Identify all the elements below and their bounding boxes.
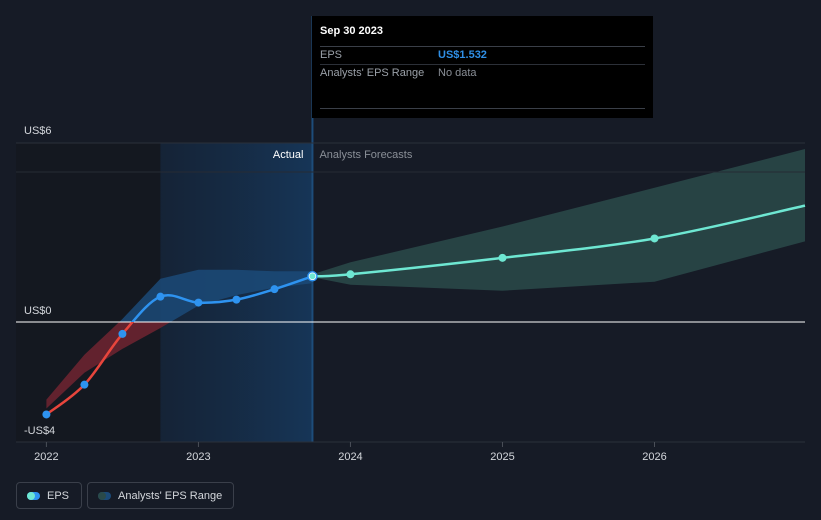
x-tick-label: 2024: [338, 451, 362, 463]
tooltip-range-label: Analysts' EPS Range: [320, 67, 425, 79]
eps-point: [232, 295, 241, 304]
tooltip-divider: [320, 108, 645, 109]
legend-eps-button[interactable]: EPS: [16, 482, 82, 509]
x-tick-label: 2026: [642, 451, 666, 463]
pre-actual-region: [16, 143, 161, 442]
x-tick-label: 2023: [186, 451, 210, 463]
tooltip-eps-row: EPS US$1.532: [320, 47, 645, 65]
x-tick-label: 2025: [490, 451, 514, 463]
range-swatch-icon: [98, 491, 111, 500]
y-tick-label: US$6: [24, 125, 52, 137]
tooltip-range-value: No data: [438, 67, 477, 79]
tooltip-eps-label: EPS: [320, 49, 343, 61]
eps-point: [118, 329, 127, 338]
actual-region-label: Actual: [273, 149, 304, 161]
forecast-point: [498, 253, 507, 262]
eps-point: [80, 380, 89, 389]
tooltip-date: Sep 30 2023: [320, 24, 645, 47]
background-layer: [16, 16, 314, 442]
x-tick-label: 2022: [34, 451, 58, 463]
forecast-point: [650, 234, 659, 243]
tooltip-eps-value: US$1.532: [438, 49, 487, 61]
eps-point: [194, 298, 203, 307]
eps-point: [42, 410, 51, 419]
hover-point-inner: [309, 273, 316, 280]
legend-eps-label: EPS: [47, 489, 70, 502]
forecast-region-label: Analysts Forecasts: [319, 149, 412, 161]
legend-range-label: Analysts' EPS Range: [118, 489, 223, 502]
tooltip-range-row: Analysts' EPS Range No data: [320, 65, 645, 82]
hover-tooltip: Sep 30 2023 EPS US$1.532 Analysts' EPS R…: [312, 16, 653, 118]
eps-swatch-icon: [27, 491, 40, 500]
eps-point: [156, 292, 165, 301]
legend-range-button[interactable]: Analysts' EPS Range: [87, 482, 234, 509]
eps-point: [270, 285, 279, 294]
y-tick-label: -US$4: [24, 425, 55, 437]
forecast-point: [346, 270, 355, 279]
y-tick-label: US$0: [24, 305, 52, 317]
